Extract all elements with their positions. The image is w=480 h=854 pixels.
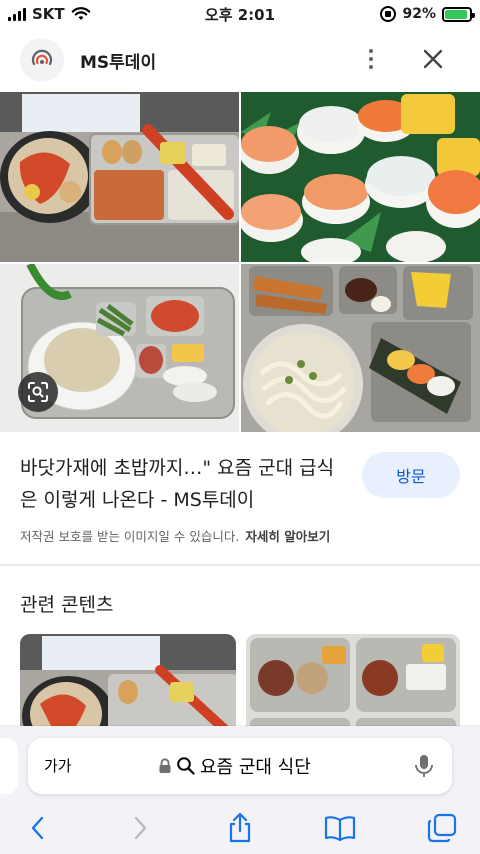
visit-button[interactable]: 방문 xyxy=(362,452,460,498)
browser-bottom-bar: 가가 요즘 군대 식단 xyxy=(0,726,480,854)
result-header: MS투데이 xyxy=(0,28,480,92)
copyright-notice: 저작권 보호를 받는 이미지일 수 있습니다. 자세히 알아보기 xyxy=(20,526,330,545)
text-size-button[interactable]: 가가 xyxy=(44,755,72,776)
url-display[interactable]: 요즘 군대 식단 xyxy=(158,752,311,780)
learn-more-link[interactable]: 자세히 알아보기 xyxy=(245,529,330,544)
more-options-icon[interactable] xyxy=(356,42,386,76)
forward-icon[interactable] xyxy=(122,810,158,846)
site-name[interactable]: MS투데이 xyxy=(80,48,156,73)
food-photo-udon-tray[interactable] xyxy=(241,264,480,432)
battery-icon xyxy=(442,6,475,22)
battery-percent: 92% xyxy=(402,6,436,22)
copyright-text: 저작권 보호를 받는 이미지일 수 있습니다. xyxy=(20,529,240,544)
previous-tab-peek[interactable] xyxy=(0,738,18,794)
battery-level xyxy=(445,9,468,19)
result-title[interactable]: 바닷가재에 초밥까지…" 요즘 군대 급식은 이렇게 나온다 - MS투데이 xyxy=(20,452,340,516)
back-icon[interactable] xyxy=(20,810,56,846)
browser-toolbar xyxy=(0,808,480,848)
share-icon[interactable] xyxy=(222,810,258,846)
bookmarks-icon[interactable] xyxy=(322,810,358,846)
address-bar[interactable]: 가가 요즘 군대 식단 xyxy=(28,738,452,794)
url-text: 요즘 군대 식단 xyxy=(200,757,311,778)
site-logo-icon xyxy=(31,49,53,66)
food-photo-lobster-tray[interactable] xyxy=(0,92,239,262)
related-content-heading: 관련 콘텐츠 xyxy=(20,594,114,616)
close-icon[interactable] xyxy=(418,44,448,74)
lens-search-button[interactable] xyxy=(18,372,58,412)
status-right: 92% xyxy=(380,4,475,24)
tabs-icon[interactable] xyxy=(424,810,460,846)
food-photo-sushi[interactable] xyxy=(241,92,480,262)
lock-icon xyxy=(159,758,171,773)
result-image[interactable] xyxy=(0,92,480,432)
section-divider xyxy=(0,564,480,566)
orientation-lock-icon xyxy=(380,6,397,22)
lens-icon xyxy=(28,382,48,402)
microphone-icon[interactable] xyxy=(412,752,436,780)
status-bar: SKT 오후 2:01 92% xyxy=(0,0,480,28)
ms-today-logo[interactable] xyxy=(20,38,64,82)
result-info: 바닷가재에 초밥까지…" 요즘 군대 급식은 이렇게 나온다 - MS투데이 방… xyxy=(0,432,480,564)
search-icon xyxy=(177,757,195,775)
